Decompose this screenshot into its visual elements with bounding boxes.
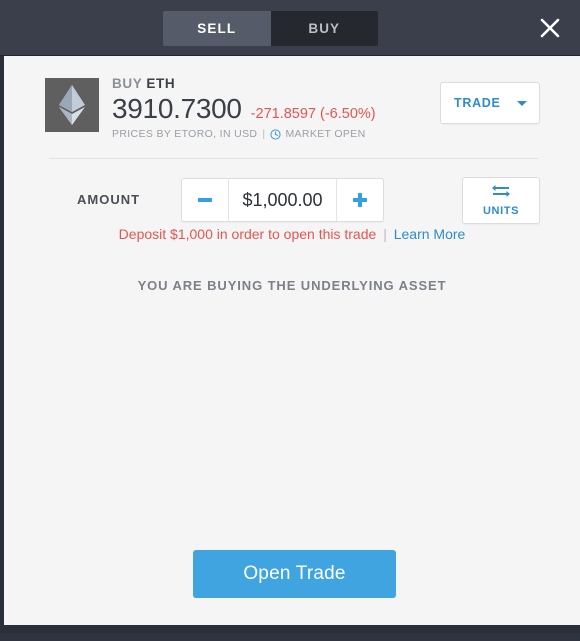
units-toggle-button[interactable]: UNITS (462, 177, 540, 224)
tab-buy-label: BUY (308, 21, 340, 36)
underlying-asset-note: YOU ARE BUYING THE UNDERLYING ASSET (4, 278, 580, 293)
asset-price: 3910.7300 (112, 94, 242, 124)
clock-icon (270, 129, 281, 140)
amount-row: AMOUNT $1,000.00 (45, 178, 540, 224)
amount-stepper: $1,000.00 (181, 178, 384, 222)
close-button[interactable] (530, 8, 570, 48)
section-divider (49, 158, 538, 159)
trade-dialog: SELL BUY (0, 0, 580, 641)
chevron-down-icon (517, 101, 527, 106)
trade-type-dropdown[interactable]: TRADE (440, 82, 540, 124)
tab-sell-label: SELL (197, 21, 236, 36)
deposit-warning-text: Deposit $1,000 in order to open this tra… (119, 226, 377, 242)
swap-arrows-icon (491, 184, 511, 203)
open-trade-button[interactable]: Open Trade (193, 550, 396, 598)
deposit-warning: Deposit $1,000 in order to open this tra… (4, 226, 580, 242)
market-status-label: MARKET OPEN (285, 128, 365, 140)
amount-decrement-button[interactable] (182, 179, 229, 221)
asset-symbol-label: ETH (146, 76, 175, 91)
price-line: 3910.7300 -271.8597 (-6.50%) (112, 94, 376, 124)
trade-type-label: TRADE (454, 96, 501, 110)
plus-icon (353, 193, 367, 207)
dialog-header: SELL BUY (0, 0, 580, 56)
price-meta: PRICES BY ETORO, IN USD | MARKET OPEN (112, 128, 376, 140)
close-icon (539, 17, 561, 39)
asset-logo (45, 78, 99, 132)
tab-sell[interactable]: SELL (163, 11, 271, 46)
learn-more-link[interactable]: Learn More (394, 226, 466, 242)
amount-increment-button[interactable] (336, 179, 383, 221)
dialog-footer-strip (4, 625, 580, 633)
minus-icon (198, 198, 212, 202)
prices-source-label: PRICES BY ETORO, IN USD (112, 128, 257, 140)
amount-input[interactable]: $1,000.00 (229, 179, 336, 221)
meta-separator: | (262, 128, 265, 140)
units-label: UNITS (483, 205, 519, 217)
order-side-tabs: SELL BUY (163, 11, 378, 46)
warning-separator: | (383, 226, 387, 242)
asset-title: BUY ETH (112, 75, 376, 93)
asset-summary: BUY ETH 3910.7300 -271.8597 (-6.50%) PRI… (45, 78, 540, 140)
ethereum-logo-icon (59, 85, 85, 125)
tab-buy[interactable]: BUY (271, 11, 379, 46)
asset-action-label: BUY (112, 76, 142, 91)
amount-value: $1,000.00 (242, 190, 322, 211)
asset-price-change: -271.8597 (-6.50%) (251, 105, 376, 123)
amount-label: AMOUNT (77, 192, 140, 207)
asset-info: BUY ETH 3910.7300 -271.8597 (-6.50%) PRI… (112, 75, 376, 140)
dialog-body: BUY ETH 3910.7300 -271.8597 (-6.50%) PRI… (0, 56, 580, 633)
